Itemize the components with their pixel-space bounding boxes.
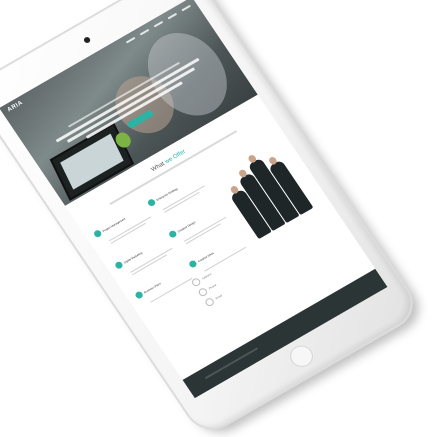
mail-icon	[203, 296, 216, 308]
tablet-device: ARIA What we Offer Project Management En…	[0, 0, 421, 437]
location-icon	[190, 276, 202, 288]
nav-item[interactable]	[167, 12, 178, 20]
feature-label: Creative Ideas	[196, 250, 215, 264]
team-member-head	[247, 153, 258, 164]
feature-label: Project Management	[101, 216, 127, 233]
team-member-head	[237, 168, 249, 179]
feature-label: Business Plans	[142, 281, 162, 295]
contact-text: Address	[201, 271, 213, 281]
phone-icon	[197, 286, 209, 298]
feature-text	[164, 192, 200, 214]
contact-text: Phone	[207, 282, 218, 291]
team-member-head	[229, 184, 240, 195]
feature-label: Creative Design	[176, 219, 197, 234]
contact-text: Email	[214, 293, 223, 301]
feature-text	[110, 223, 147, 245]
section-title-accent: we Offer	[164, 148, 187, 166]
feature-label: Digital Marketing	[122, 250, 144, 265]
team-member-head	[267, 155, 279, 166]
nav-item[interactable]	[153, 20, 164, 28]
nav-item[interactable]	[125, 36, 136, 44]
site-logo[interactable]: ARIA	[7, 100, 25, 113]
nav-item[interactable]	[139, 28, 150, 36]
feature-label: Enterprise Strategy	[155, 186, 179, 202]
nav-item[interactable]	[181, 4, 192, 12]
contact-list: Address Phone Email	[190, 270, 229, 311]
